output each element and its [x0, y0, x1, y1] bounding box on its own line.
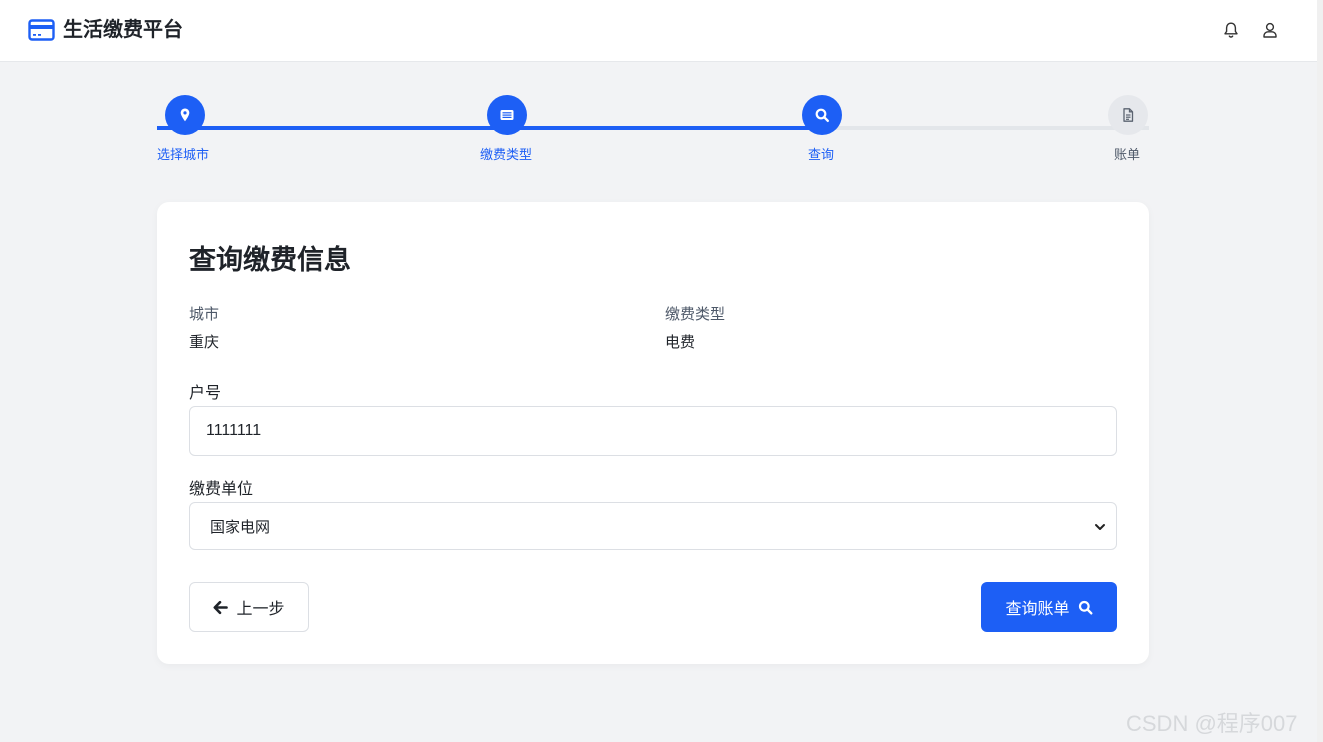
card-title: 查询缴费信息 [189, 245, 351, 275]
payment-unit-label: 缴费单位 [189, 481, 254, 498]
payment-unit-select[interactable]: 国家电网 [189, 502, 1117, 550]
step-label: 选择城市 [157, 147, 210, 162]
previous-step-button[interactable]: 上一步 [189, 582, 309, 632]
payment-type-value: 电费 [665, 334, 696, 351]
account-number-input[interactable] [189, 406, 1117, 456]
app-title: 生活缴费平台 [63, 19, 183, 41]
payment-unit-selected: 国家电网 [210, 518, 271, 536]
search-icon [815, 108, 830, 123]
watermark: CSDN @程序007 [1126, 711, 1298, 736]
payment-type-label: 缴费类型 [665, 306, 726, 323]
chevron-down-icon [1095, 524, 1105, 530]
step-label: 账单 [1114, 147, 1141, 162]
progress-stepper: 选择城市 缴费类型 查询 账单 [157, 95, 1149, 165]
list-card-icon [500, 110, 514, 120]
user-icon[interactable] [1261, 21, 1279, 39]
query-bill-label: 查询账单 [1005, 601, 1070, 618]
step-circle [165, 95, 205, 135]
step-circle [802, 95, 842, 135]
query-card: 查询缴费信息 城市 重庆 缴费类型 电费 户号 缴费单位 国家电网 上一步 查询… [157, 202, 1149, 664]
brand: 生活缴费平台 [28, 17, 183, 43]
arrow-left-icon [213, 600, 229, 614]
city-label: 城市 [189, 306, 220, 323]
search-icon [1078, 600, 1093, 615]
bell-icon[interactable] [1222, 21, 1240, 39]
city-value: 重庆 [189, 334, 220, 351]
step-label: 查询 [808, 147, 835, 162]
previous-step-label: 上一步 [236, 601, 285, 618]
stepper-track-progress [157, 126, 822, 130]
account-number-label: 户号 [189, 385, 222, 402]
step-label: 缴费类型 [480, 147, 533, 162]
step-circle [487, 95, 527, 135]
credit-card-icon [28, 19, 55, 41]
scrollbar[interactable] [1317, 0, 1323, 742]
query-bill-button[interactable]: 查询账单 [981, 582, 1117, 632]
map-marker-icon [180, 108, 190, 122]
top-header: 生活缴费平台 [0, 0, 1317, 62]
document-icon [1123, 108, 1134, 122]
step-circle [1108, 95, 1148, 135]
